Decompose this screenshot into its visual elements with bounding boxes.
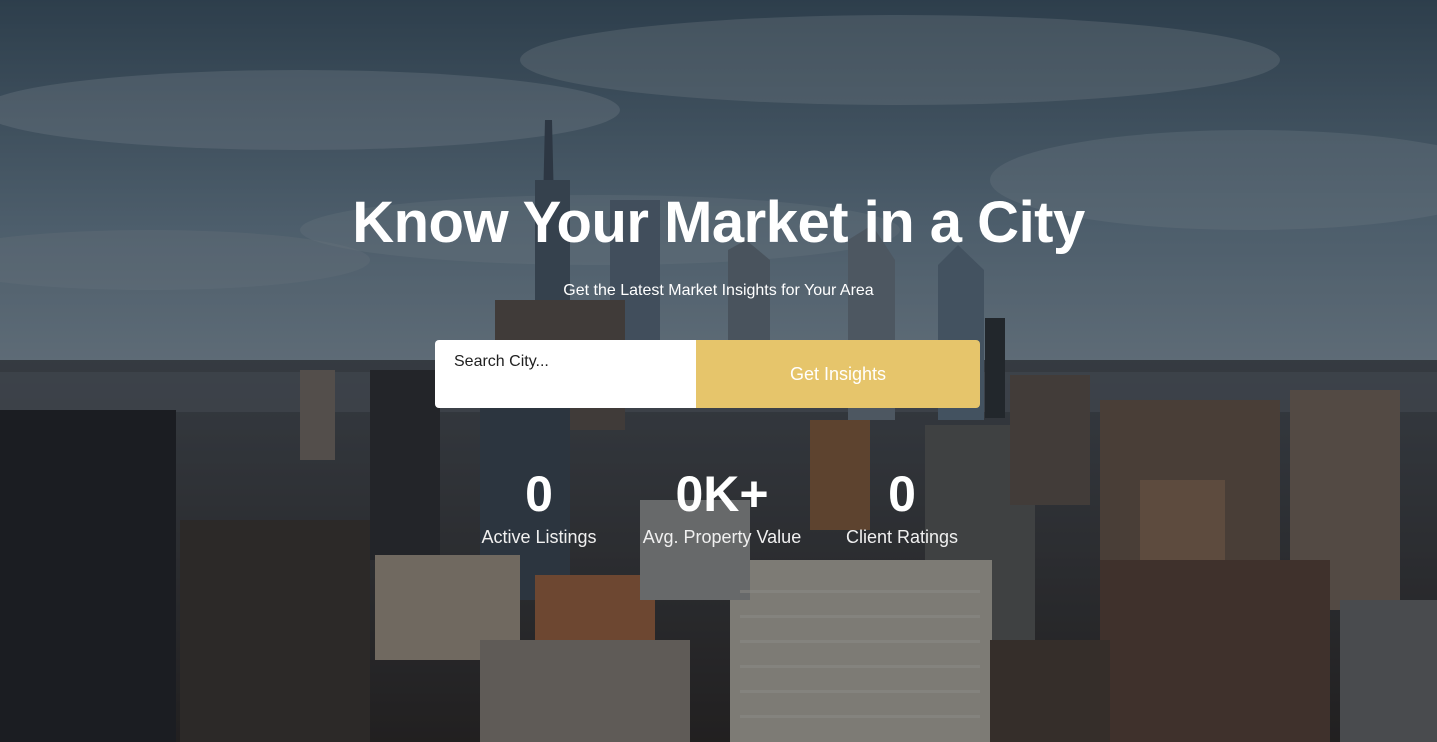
- stat-avg-property-value: 0K+ Avg. Property Value: [632, 462, 812, 548]
- stat-value: 0: [525, 466, 553, 522]
- city-search-input[interactable]: [435, 340, 696, 408]
- stat-active-listings: 0 Active Listings: [459, 462, 619, 548]
- get-insights-button[interactable]: Get Insights: [696, 340, 980, 408]
- hero-section: Know Your Market in a City Get the Lates…: [0, 0, 1437, 742]
- hero-content: Know Your Market in a City Get the Lates…: [0, 0, 1437, 742]
- stat-client-ratings: 0 Client Ratings: [832, 462, 972, 548]
- stat-value: 0: [888, 466, 916, 522]
- stat-label: Client Ratings: [845, 527, 959, 547]
- city-search-form: Get Insights: [435, 340, 980, 408]
- page-title: Know Your Market in a City: [352, 190, 1085, 255]
- stat-label: Active Listings: [481, 527, 597, 547]
- stat-label: Avg. Property Value: [642, 527, 802, 547]
- page-subtitle: Get the Latest Market Insights for Your …: [563, 282, 874, 299]
- stat-value: 0K+: [675, 466, 769, 522]
